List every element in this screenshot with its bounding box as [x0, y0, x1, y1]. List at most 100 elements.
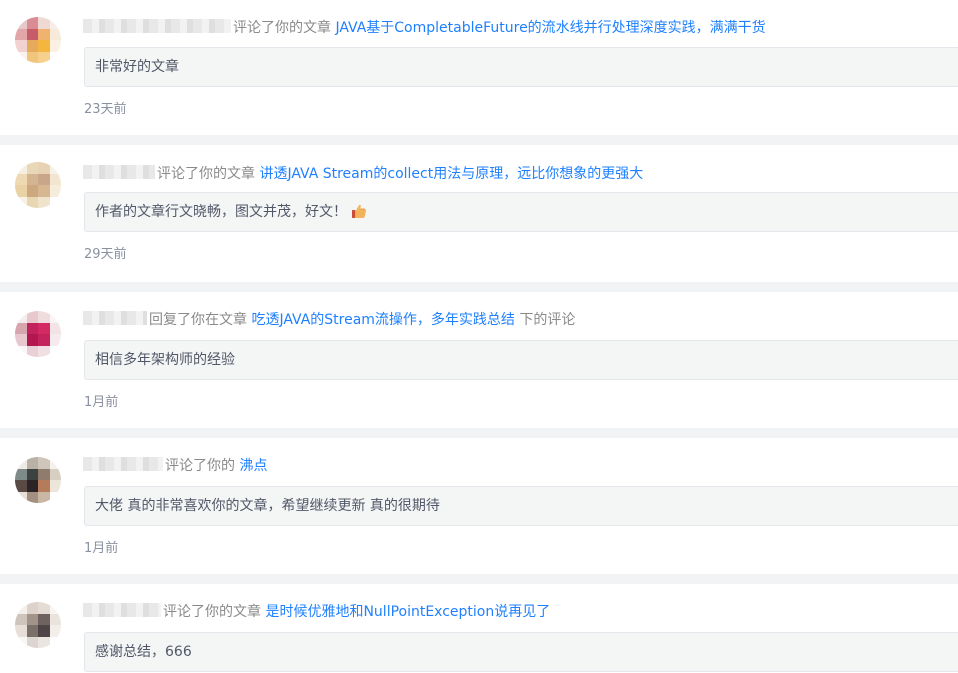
- avatar-pixel: [49, 40, 61, 52]
- avatar[interactable]: [15, 17, 61, 63]
- avatar-pixel: [26, 17, 38, 29]
- notification-line: 评论了你的文章 是时候优雅地和NullPointException说再见了: [83, 602, 550, 622]
- action-text: 评论了你的文章: [163, 604, 261, 620]
- avatar[interactable]: [15, 602, 61, 648]
- avatar-pixel: [15, 345, 27, 357]
- avatar-pixel: [15, 173, 27, 185]
- avatar-pixel: [15, 322, 27, 334]
- avatar-pixel: [38, 162, 50, 174]
- avatar-pixel: [15, 185, 27, 197]
- avatar-pixel: [15, 625, 27, 637]
- username-blurred[interactable]: [83, 311, 147, 325]
- notification-line: 评论了你的文章 讲透JAVA Stream的collect用法与原理，远比你想象…: [83, 164, 643, 184]
- avatar-pixel: [15, 491, 27, 503]
- avatar-pixel: [26, 311, 38, 323]
- avatar-pixel: [26, 602, 38, 614]
- avatar-pixel: [38, 636, 50, 648]
- avatar-pixel: [38, 28, 50, 40]
- article-link[interactable]: 是时候优雅地和NullPointException说再见了: [265, 604, 550, 620]
- avatar-pixel: [49, 196, 61, 208]
- avatar-pixel: [38, 480, 50, 492]
- avatar-pixel: [15, 51, 27, 63]
- notification-line: 评论了你的 沸点: [83, 456, 267, 476]
- avatar-pixel: [49, 334, 61, 346]
- avatar-pixel: [15, 457, 27, 469]
- avatar[interactable]: [15, 457, 61, 503]
- avatar-pixel: [26, 322, 38, 334]
- avatar-pixel: [15, 613, 27, 625]
- avatar-pixel: [49, 491, 61, 503]
- comment-content: 非常好的文章: [84, 47, 958, 87]
- avatar-pixel: [38, 613, 50, 625]
- username-blurred[interactable]: [83, 165, 155, 179]
- avatar-pixel: [15, 28, 27, 40]
- avatar-pixel: [49, 162, 61, 174]
- avatar-pixel: [26, 196, 38, 208]
- notification-card: 评论了你的文章 JAVA基于CompletableFuture的流水线并行处理深…: [0, 0, 958, 135]
- avatar-pixel: [38, 51, 50, 63]
- avatar-pixel: [26, 491, 38, 503]
- avatar-pixel: [26, 613, 38, 625]
- avatar-pixel: [49, 185, 61, 197]
- article-link[interactable]: JAVA基于CompletableFuture的流水线并行处理深度实践，满满干货: [335, 20, 765, 36]
- avatar-pixel: [26, 185, 38, 197]
- username-blurred[interactable]: [83, 603, 161, 617]
- timestamp: 1月前: [84, 395, 119, 410]
- avatar-pixel: [49, 345, 61, 357]
- avatar-pixel: [26, 162, 38, 174]
- avatar-pixel: [38, 17, 50, 29]
- avatar-pixel: [15, 468, 27, 480]
- avatar-pixel: [38, 322, 50, 334]
- notification-card: 回复了你在文章 吃透JAVA的Stream流操作，多年实践总结 下的评论 相信多…: [0, 292, 958, 428]
- avatar-pixel: [38, 625, 50, 637]
- avatar-pixel: [26, 28, 38, 40]
- action-text: 评论了你的文章: [157, 166, 255, 182]
- avatar-pixel: [38, 185, 50, 197]
- comment-content: 相信多年架构师的经验: [84, 340, 958, 380]
- avatar-pixel: [38, 40, 50, 52]
- pin-link[interactable]: 沸点: [239, 458, 267, 474]
- avatar-pixel: [49, 311, 61, 323]
- article-link[interactable]: 讲透JAVA Stream的collect用法与原理，远比你想象的更强大: [259, 166, 643, 182]
- avatar-pixel: [26, 636, 38, 648]
- avatar-pixel: [26, 40, 38, 52]
- article-link[interactable]: 吃透JAVA的Stream流操作，多年实践总结: [251, 312, 514, 328]
- avatar-pixel: [38, 311, 50, 323]
- avatar[interactable]: [15, 162, 61, 208]
- avatar-pixel: [26, 468, 38, 480]
- avatar-pixel: [38, 468, 50, 480]
- avatar-pixel: [15, 162, 27, 174]
- avatar-pixel: [26, 51, 38, 63]
- avatar-pixel: [49, 51, 61, 63]
- notification-card: 评论了你的 沸点 大佬 真的非常喜欢你的文章，希望继续更新 真的很期待 1月前: [0, 438, 958, 574]
- notification-card: 评论了你的文章 是时候优雅地和NullPointException说再见了 感谢…: [0, 584, 958, 673]
- avatar-pixel: [38, 602, 50, 614]
- avatar[interactable]: [15, 311, 61, 357]
- avatar-pixel: [26, 334, 38, 346]
- notification-line: 回复了你在文章 吃透JAVA的Stream流操作，多年实践总结 下的评论: [83, 310, 575, 330]
- avatar-pixel: [49, 480, 61, 492]
- username-blurred[interactable]: [83, 19, 231, 33]
- action-text: 回复了你在文章: [149, 312, 247, 328]
- avatar-pixel: [38, 173, 50, 185]
- avatar-pixel: [49, 28, 61, 40]
- avatar-pixel: [38, 196, 50, 208]
- avatar-pixel: [49, 173, 61, 185]
- notification-line: 评论了你的文章 JAVA基于CompletableFuture的流水线并行处理深…: [83, 18, 766, 38]
- avatar-pixel: [49, 17, 61, 29]
- avatar-pixel: [49, 468, 61, 480]
- username-blurred[interactable]: [83, 457, 163, 471]
- thumbs-up-icon: [352, 204, 367, 218]
- avatar-pixel: [15, 334, 27, 346]
- avatar-pixel: [26, 345, 38, 357]
- avatar-pixel: [15, 196, 27, 208]
- avatar-pixel: [26, 625, 38, 637]
- avatar-pixel: [15, 602, 27, 614]
- timestamp: 1月前: [84, 541, 119, 556]
- avatar-pixel: [15, 480, 27, 492]
- avatar-pixel: [38, 334, 50, 346]
- timestamp: 23天前: [84, 102, 127, 117]
- avatar-pixel: [15, 40, 27, 52]
- avatar-pixel: [49, 625, 61, 637]
- avatar-pixel: [49, 322, 61, 334]
